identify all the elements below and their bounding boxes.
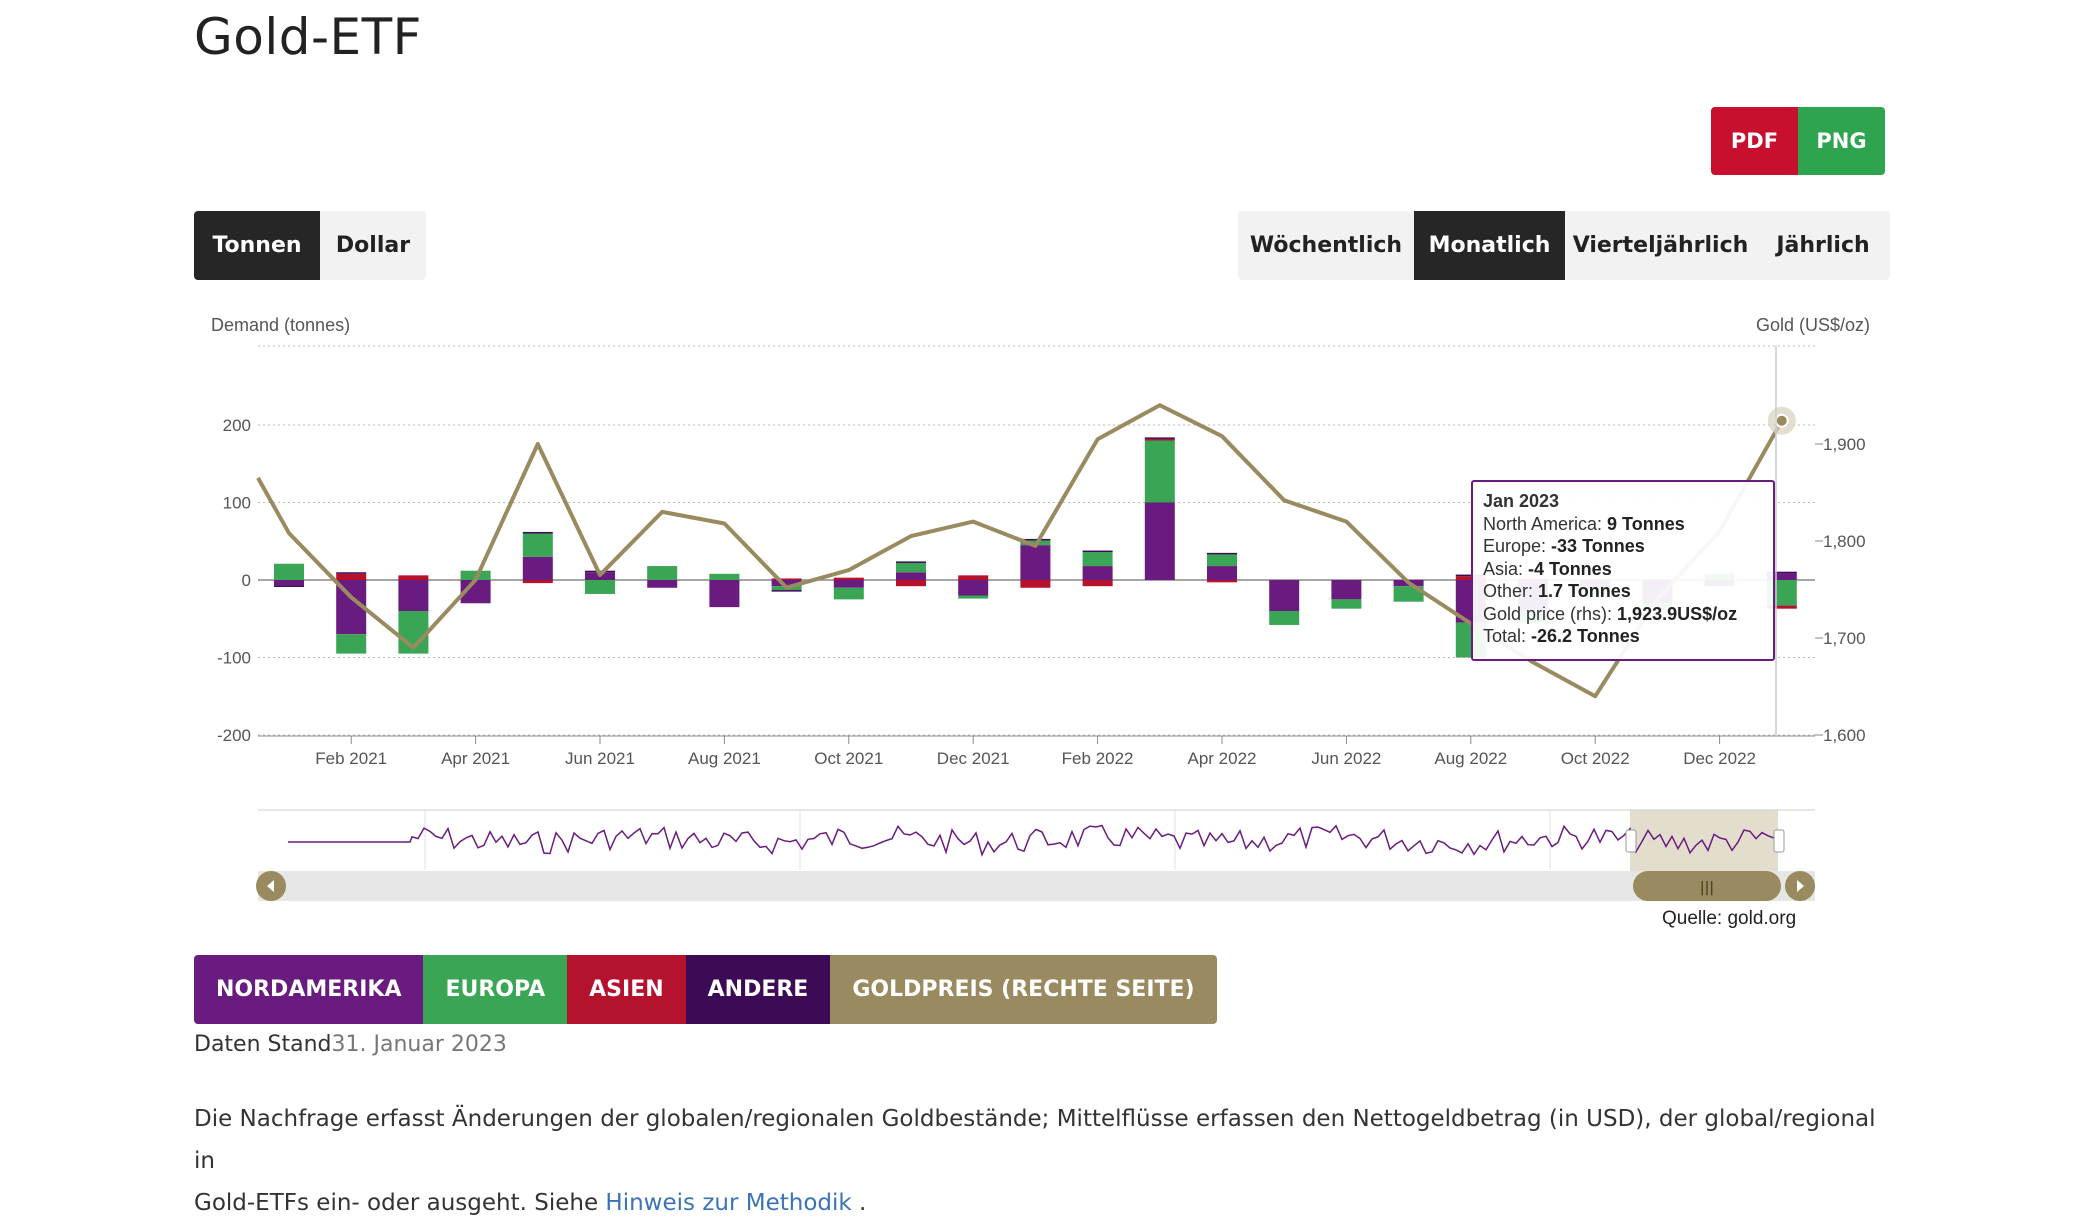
bar-segment[interactable] <box>771 590 802 592</box>
bar-segment[interactable] <box>1331 599 1362 609</box>
y-tick-label-right: 1,900 <box>1823 435 1866 454</box>
bar-segment[interactable] <box>1207 566 1237 580</box>
bar-segment[interactable] <box>522 556 553 580</box>
tooltip-row: Gold price (rhs): 1,923.9US$/oz <box>1483 603 1738 624</box>
legend-item-europe[interactable]: EUROPA <box>423 955 568 1024</box>
bar-segment[interactable] <box>522 533 553 557</box>
y-tick-label-left: 0 <box>242 571 251 590</box>
y-tick-label-right: 1,600 <box>1823 726 1866 745</box>
description: Die Nachfrage erfasst Änderungen der glo… <box>194 1106 1876 1216</box>
bar-segment[interactable] <box>398 580 429 611</box>
bar-segment[interactable] <box>833 580 864 588</box>
bar-segment[interactable] <box>1207 580 1237 583</box>
bar-segment[interactable] <box>336 634 367 654</box>
x-tick-label: Dec 2022 <box>1683 749 1756 768</box>
hover-point[interactable] <box>1774 413 1789 428</box>
bar-segment[interactable] <box>647 580 678 588</box>
bar-segment[interactable] <box>1207 554 1237 567</box>
tooltip-row: Other: 1.7 Tonnes <box>1483 581 1631 601</box>
x-tick-label: Aug 2021 <box>688 749 761 768</box>
bar-segment[interactable] <box>1269 580 1300 611</box>
bar-segment[interactable] <box>958 575 989 580</box>
x-tick-label: Aug 2022 <box>1434 749 1507 768</box>
x-tick-label: Jun 2021 <box>565 749 635 768</box>
bar-segment[interactable] <box>896 561 926 563</box>
bar-segment[interactable] <box>1082 566 1113 580</box>
x-tick-label: Oct 2021 <box>814 749 883 768</box>
x-tick-label: Apr 2022 <box>1188 749 1257 768</box>
bar-segment[interactable] <box>896 580 926 587</box>
bar-segment[interactable] <box>896 572 926 580</box>
legend-item-gold-price[interactable]: GOLDPREIS (RECHTE SEITE) <box>830 955 1217 1024</box>
y-tick-label-left: -200 <box>217 726 251 745</box>
x-tick-label: Jun 2022 <box>1311 749 1381 768</box>
bar-segment[interactable] <box>336 573 367 580</box>
tooltip-row: Asia: -4 Tonnes <box>1483 558 1612 579</box>
bar-segment[interactable] <box>896 562 926 573</box>
bar-segment[interactable] <box>833 577 864 580</box>
bar-segment[interactable] <box>1207 552 1237 555</box>
chart-tooltip: Jan 2023 North America: 9 Tonnes Europe:… <box>1471 480 1775 661</box>
bar-segment[interactable] <box>833 587 864 600</box>
bar-segment[interactable] <box>1144 502 1175 581</box>
x-tick-label: Feb 2022 <box>1062 749 1134 768</box>
legend-item-asia[interactable]: ASIEN <box>567 955 686 1024</box>
bar-segment[interactable] <box>958 595 989 599</box>
y-axis-right: 1,600 1,700 1,800 1,900 <box>1815 435 1866 745</box>
legend-item-other[interactable]: ANDERE <box>685 955 831 1024</box>
bar-segment[interactable] <box>1144 440 1175 503</box>
bar-segment[interactable] <box>398 575 429 580</box>
y-tick-label-right: 1,700 <box>1823 629 1866 648</box>
data-date: Daten Stand31. Januar 2023 <box>194 1032 507 1057</box>
x-tick-label: Oct 2022 <box>1561 749 1630 768</box>
legend-item-north-america[interactable]: NORDAMERIKA <box>194 955 424 1024</box>
bar-segment[interactable] <box>1269 611 1300 625</box>
tooltip-row: North America: 9 Tonnes <box>1483 513 1685 534</box>
y-tick-label-left: -100 <box>217 649 251 668</box>
x-tick-label: Feb 2021 <box>315 749 387 768</box>
bar-segment[interactable] <box>274 585 304 587</box>
x-tick-label: Apr 2021 <box>441 749 510 768</box>
y-axis-right-title: Gold (US$/oz) <box>1756 315 1870 335</box>
bar-segment[interactable] <box>709 573 740 580</box>
y-tick-label-left: 200 <box>223 416 251 435</box>
bar-segment[interactable] <box>1082 550 1113 553</box>
bar-segment[interactable] <box>274 580 304 586</box>
bar-segment[interactable] <box>709 580 740 608</box>
navigator-left-handle[interactable] <box>1625 829 1637 853</box>
bar-segment[interactable] <box>1082 552 1113 567</box>
bar-segment[interactable] <box>1020 580 1051 588</box>
bar-segment[interactable] <box>1020 545 1051 580</box>
y-tick-label-right: 1,800 <box>1823 532 1866 551</box>
bar-segment[interactable] <box>336 572 367 574</box>
bar-segment[interactable] <box>585 580 615 594</box>
bar-segment[interactable] <box>522 531 553 534</box>
bar-segment[interactable] <box>1331 580 1362 600</box>
tooltip-row: Europe: -33 Tonnes <box>1483 536 1645 556</box>
source-credit: Quelle: gold.org <box>1662 908 1797 929</box>
bar-segment[interactable] <box>1082 580 1113 587</box>
navigator-series-line <box>288 824 1775 857</box>
x-axis: Feb 2021 Apr 2021 Jun 2021 Aug 2021 Oct 2021… <box>258 735 1815 768</box>
x-tick-label: Dec 2021 <box>937 749 1010 768</box>
navigator-right-handle[interactable] <box>1773 829 1785 853</box>
tooltip-title: Jan 2023 <box>1483 491 1560 511</box>
y-tick-label-left: 100 <box>223 494 251 513</box>
bar-segment[interactable] <box>1144 438 1175 441</box>
scrollbar-track[interactable] <box>258 871 1815 901</box>
bar-segment[interactable] <box>274 563 304 580</box>
bar-segment[interactable] <box>958 580 989 596</box>
chart-legend: NORDAMERIKA EUROPA ASIEN ANDERE GOLDPREI… <box>194 955 1217 1024</box>
tooltip-row: Total: -26.2 Tonnes <box>1483 626 1640 646</box>
bar-segment[interactable] <box>647 566 678 580</box>
bar-segment[interactable] <box>522 580 553 584</box>
y-axis-left-title: Demand (tonnes) <box>211 315 350 335</box>
methodology-link[interactable]: Hinweis zur Methodik <box>605 1190 851 1216</box>
y-axis-left: -200 -100 0 100 200 <box>217 416 251 745</box>
scrollbar-grip-icon: ||| <box>1700 880 1714 896</box>
bar-segment[interactable] <box>1144 437 1175 439</box>
